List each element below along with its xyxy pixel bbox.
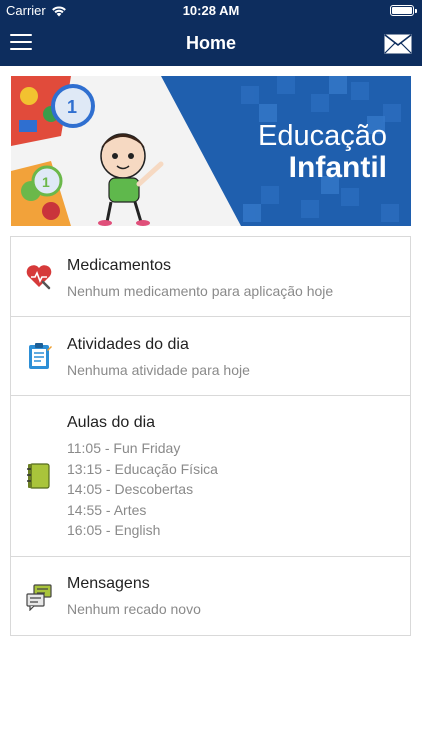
- battery-icon: [390, 5, 417, 16]
- row-aulas[interactable]: Aulas do dia 11:05 - Fun Friday 13:15 - …: [11, 396, 410, 557]
- nav-bar: Home: [0, 22, 422, 66]
- notebook-icon: [27, 463, 50, 489]
- book-cover-illustration: 1 1: [11, 76, 241, 226]
- heart-pill-icon: [26, 265, 52, 290]
- atividades-subtitle: Nenhuma atividade para hoje: [67, 362, 250, 378]
- row-atividades[interactable]: Atividades do dia Nenhuma atividade para…: [11, 317, 410, 396]
- svg-text:1: 1: [42, 174, 50, 190]
- mensagens-title: Mensagens: [67, 575, 150, 592]
- aulas-item: 13:15 - Educação Física: [67, 460, 218, 477]
- page-title: Home: [185, 33, 236, 53]
- aulas-title: Aulas do dia: [67, 414, 156, 431]
- row-medicamentos[interactable]: Medicamentos Nenhum medicamento para apl…: [11, 237, 410, 317]
- banner-title-line2: Infantil: [288, 151, 387, 184]
- envelope-icon[interactable]: [384, 34, 412, 54]
- row-mensagens[interactable]: Mensagens Nenhum recado novo: [11, 557, 410, 635]
- mensagens-subtitle: Nenhum recado novo: [67, 601, 201, 617]
- banner-title-line1: Educação: [258, 120, 387, 152]
- aulas-item: 14:05 - Descobertas: [67, 481, 194, 497]
- sections-card: Medicamentos Nenhum medicamento para apl…: [10, 236, 411, 636]
- aulas-item: 14:55 - Artes: [67, 501, 147, 518]
- status-bar: Carrier 10:28 AM: [0, 0, 422, 22]
- aulas-item: 11:05 - Fun Friday: [67, 440, 181, 456]
- chat-bubbles-icon: [26, 584, 52, 611]
- aulas-item: 16:05 - English: [67, 522, 161, 538]
- clipboard-icon: [29, 343, 52, 369]
- atividades-title: Atividades do dia: [67, 336, 189, 353]
- clock: 10:28 AM: [182, 3, 240, 18]
- medicamentos-title: Medicamentos: [67, 257, 172, 274]
- hero-banner: 1 1 Educação Infantil: [11, 76, 411, 226]
- medicamentos-subtitle: Nenhum medicamento para aplicação hoje: [67, 283, 334, 299]
- svg-text:1: 1: [67, 97, 77, 117]
